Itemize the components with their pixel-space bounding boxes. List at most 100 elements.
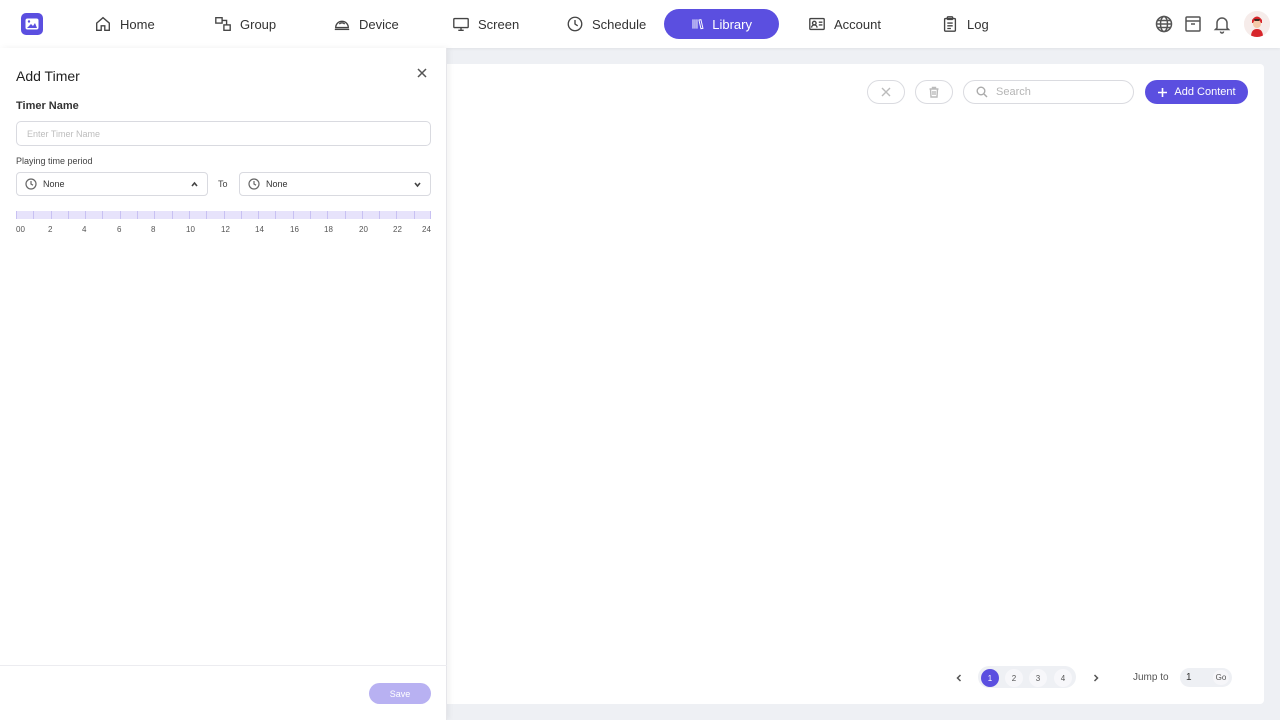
page-2-button[interactable]: 2	[1005, 669, 1023, 687]
timeline-hour-label: 6	[117, 225, 122, 234]
close-drawer-button[interactable]	[416, 66, 428, 78]
save-button[interactable]: Save	[369, 683, 431, 704]
timeline-hour-label: 22	[393, 225, 402, 234]
drawer-footer-divider	[0, 665, 447, 666]
nav-screen-label: Screen	[478, 16, 520, 32]
page-3-button[interactable]: 3	[1029, 669, 1047, 687]
clock-icon	[567, 16, 583, 32]
nav-device[interactable]: Device	[333, 9, 399, 39]
timeline-hour-label: 2	[48, 225, 53, 234]
timeline-tick	[430, 211, 431, 219]
timeline-hour-label: 12	[221, 225, 230, 234]
jump-to-label: Jump to	[1133, 672, 1169, 683]
timeline-tick	[102, 211, 103, 219]
end-time-select[interactable]: None	[239, 172, 431, 196]
timeline-tick	[172, 211, 173, 219]
timeline-hour-label: 16	[290, 225, 299, 234]
timeline-tick	[362, 211, 363, 219]
timeline-tick	[414, 211, 415, 219]
next-page-button[interactable]	[1090, 671, 1102, 683]
nav-schedule[interactable]: Schedule	[566, 9, 646, 39]
timeline-hour-label: 4	[82, 225, 87, 234]
nav-group[interactable]: Group	[214, 9, 276, 39]
add-content-label: Add Content	[1174, 86, 1236, 98]
clock-icon	[248, 178, 260, 190]
timeline-tick	[310, 211, 311, 219]
screen-icon	[453, 17, 469, 31]
page-1-button[interactable]: 1	[981, 669, 999, 687]
timeline-hour-label: 24	[422, 225, 431, 234]
end-time-value: None	[266, 179, 288, 189]
home-icon	[96, 16, 110, 31]
nav-account-label: Account	[834, 16, 881, 32]
timeline-tick	[241, 211, 242, 219]
page-4-label: 4	[1060, 673, 1066, 683]
clear-selection-button[interactable]	[867, 80, 905, 104]
user-avatar[interactable]	[1244, 11, 1270, 37]
add-content-button[interactable]: Add Content	[1145, 80, 1248, 104]
trash-icon	[929, 86, 939, 98]
chevron-up-icon	[190, 180, 199, 189]
timeline-tick	[68, 211, 69, 219]
bell-icon	[1213, 17, 1231, 34]
timeline-tick	[345, 211, 346, 219]
archive-button[interactable]	[1183, 14, 1203, 34]
archive-icon	[1185, 16, 1201, 32]
timeline-tick	[85, 211, 86, 219]
start-time-select[interactable]: None	[16, 172, 208, 196]
timeline-tick	[258, 211, 259, 219]
timeline-tick	[120, 211, 121, 219]
go-button[interactable]: Go	[1213, 670, 1229, 685]
timeline-tick	[396, 211, 397, 219]
timer-name-label: Timer Name	[16, 100, 79, 112]
timeline-hour-label: 14	[255, 225, 264, 234]
nav-account[interactable]: Account	[808, 9, 881, 39]
nav-log[interactable]: Log	[941, 9, 989, 39]
library-icon	[692, 19, 704, 30]
timer-name-input[interactable]	[16, 121, 431, 146]
timeline-hour-label: 18	[324, 225, 333, 234]
timeline-tick	[51, 211, 52, 219]
timeline-hour-label: 10	[186, 225, 195, 234]
nav-screen[interactable]: Screen	[452, 9, 519, 39]
group-icon	[215, 17, 231, 31]
clipboard-icon	[943, 16, 957, 32]
nav-device-label: Device	[359, 16, 399, 32]
timeline-tick	[189, 211, 190, 219]
page-1-label: 1	[987, 673, 993, 683]
page-2-label: 2	[1011, 673, 1017, 683]
timeline-hour-label: 20	[359, 225, 368, 234]
delete-button[interactable]	[915, 80, 953, 104]
nav-group-label: Group	[240, 16, 277, 32]
nav-library[interactable]: Library	[664, 9, 779, 39]
top-nav-bar: Home Group Device Screen Schedule Librar…	[0, 0, 1280, 48]
avatar-icon	[1244, 11, 1270, 37]
timeline-tick	[379, 211, 380, 219]
timeline-tick	[275, 211, 276, 219]
nav-home-label: Home	[120, 16, 155, 32]
plus-icon	[1158, 87, 1168, 97]
jump-to-input[interactable]	[1186, 671, 1210, 684]
close-icon	[881, 87, 891, 97]
page-4-button[interactable]: 4	[1054, 669, 1072, 687]
timeline-tick	[293, 211, 294, 219]
globe-icon	[1155, 15, 1173, 33]
clock-icon	[25, 178, 37, 190]
timeline-hour-label: 00	[16, 225, 25, 234]
notifications-button[interactable]	[1212, 14, 1232, 34]
search-input[interactable]	[996, 86, 1116, 98]
nav-home[interactable]: Home	[94, 9, 155, 39]
search-field[interactable]	[963, 80, 1134, 104]
nav-schedule-label: Schedule	[592, 16, 647, 32]
prev-page-button[interactable]	[953, 671, 965, 683]
start-time-value: None	[43, 179, 65, 189]
app-logo[interactable]	[21, 13, 43, 35]
drawer-title: Add Timer	[16, 68, 80, 84]
nav-library-label: Library	[712, 16, 752, 32]
language-button[interactable]	[1154, 14, 1174, 34]
timeline-tick	[33, 211, 34, 219]
chevron-down-icon	[413, 180, 422, 189]
time-period-timeline[interactable]	[16, 211, 431, 219]
timeline-tick	[16, 211, 17, 219]
playing-time-period-label: Playing time period	[16, 156, 93, 166]
